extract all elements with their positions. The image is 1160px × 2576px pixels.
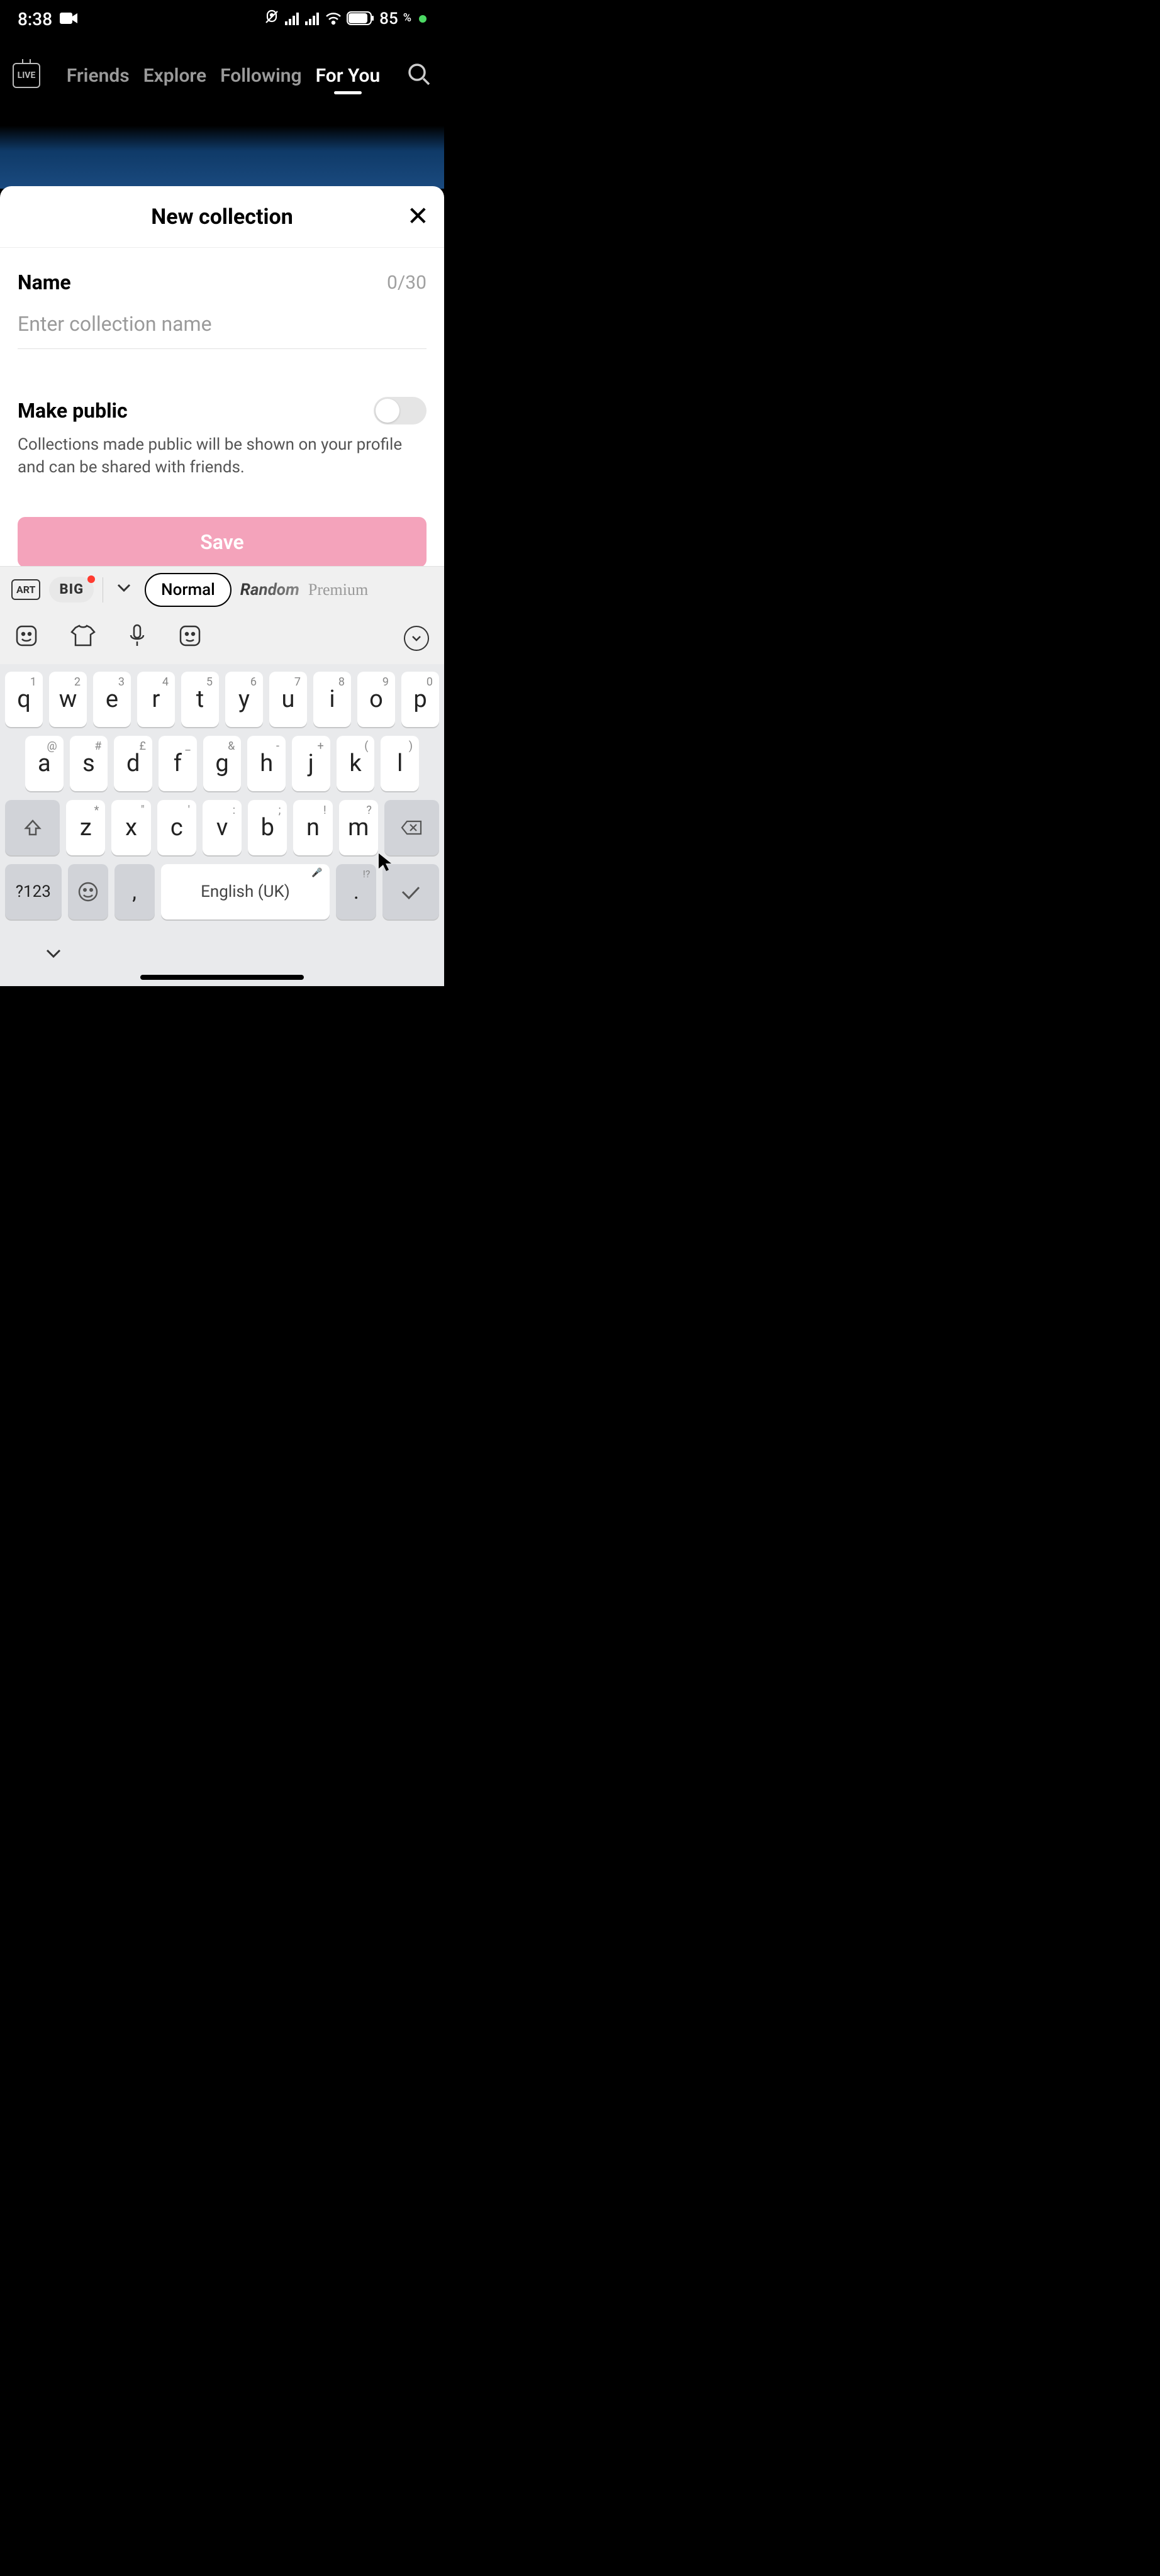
key-space[interactable]: 🎤 English (UK)	[161, 864, 330, 919]
keyboard-row-2: @a #s £d _f &g -h +j (k )l	[5, 736, 439, 791]
sheet-body: Name 0/30 Make public Collections made p…	[0, 248, 444, 580]
key-f[interactable]: _f	[159, 736, 197, 791]
big-chip[interactable]: BIG	[49, 577, 94, 602]
key-a[interactable]: @a	[25, 736, 64, 791]
key-symbols[interactable]: ?123	[5, 864, 62, 919]
status-right: 85%	[264, 9, 427, 30]
keyboard: 1q 2w 3e 4r 5t 6y 7u 8i 9o 0p @a #s £d _…	[0, 664, 444, 986]
key-q[interactable]: 1q	[5, 672, 43, 727]
key-l[interactable]: )l	[381, 736, 419, 791]
style-random[interactable]: Random	[240, 580, 299, 599]
signal-1-icon	[285, 9, 300, 30]
top-nav: LIVE Friends Explore Following For You	[0, 50, 444, 101]
key-j[interactable]: +j	[292, 736, 330, 791]
key-k[interactable]: (k	[337, 736, 375, 791]
key-p[interactable]: 0p	[401, 672, 439, 727]
wifi-icon	[325, 9, 342, 30]
key-shift[interactable]	[5, 800, 60, 855]
big-chip-label: BIG	[59, 582, 84, 597]
style-chevron-down-icon[interactable]	[112, 579, 136, 600]
key-s[interactable]: #s	[70, 736, 108, 791]
new-collection-sheet: New collection ✕ Name 0/30 Make public C…	[0, 186, 444, 986]
sticker-icon[interactable]	[15, 625, 38, 653]
collapse-options-icon[interactable]	[404, 626, 429, 651]
key-period[interactable]: !?.	[336, 864, 376, 919]
key-z[interactable]: *z	[66, 800, 105, 855]
tab-friends[interactable]: Friends	[67, 65, 130, 87]
mic-icon[interactable]	[128, 624, 146, 653]
make-public-description: Collections made public will be shown on…	[18, 433, 427, 479]
key-comma[interactable]: ,	[114, 864, 155, 919]
key-x[interactable]: "x	[111, 800, 150, 855]
tab-following[interactable]: Following	[220, 65, 302, 87]
space-mic-icon: 🎤	[311, 868, 322, 878]
key-m[interactable]: ?m	[339, 800, 378, 855]
key-n[interactable]: !n	[293, 800, 332, 855]
key-backspace[interactable]	[384, 800, 439, 855]
close-icon[interactable]: ✕	[407, 204, 429, 230]
toggle-knob	[376, 399, 399, 423]
tab-explore[interactable]: Explore	[143, 65, 206, 87]
key-h[interactable]: -h	[247, 736, 286, 791]
save-button[interactable]: Save	[18, 517, 427, 567]
keyboard-style-strip: ART BIG Normal Random Premium	[0, 566, 444, 613]
make-public-row: Make public	[18, 397, 427, 425]
camera-icon	[60, 9, 79, 30]
key-o[interactable]: 9o	[357, 672, 395, 727]
video-background	[0, 126, 444, 189]
mute-icon	[264, 9, 280, 30]
key-e[interactable]: 3e	[93, 672, 131, 727]
home-indicator[interactable]	[140, 975, 304, 980]
tab-for-you[interactable]: For You	[316, 65, 381, 87]
key-i[interactable]: 8i	[313, 672, 351, 727]
battery-text: 85	[379, 9, 398, 28]
sheet-title: New collection	[151, 204, 293, 230]
key-enter[interactable]	[382, 864, 439, 919]
make-public-toggle[interactable]	[374, 397, 427, 425]
key-emoji[interactable]	[68, 864, 108, 919]
key-u[interactable]: 7u	[269, 672, 307, 727]
collection-name-input[interactable]	[18, 294, 427, 349]
privacy-indicator-dot	[419, 15, 427, 23]
name-field-header: Name 0/30	[18, 270, 427, 294]
notification-dot	[87, 575, 95, 583]
search-icon[interactable]	[406, 62, 432, 89]
signal-2-icon	[305, 9, 320, 30]
style-premium[interactable]: Premium	[308, 580, 368, 599]
keyboard-collapse-icon[interactable]	[44, 943, 63, 969]
battery-icon	[347, 9, 374, 30]
keyboard-row-1: 1q 2w 3e 4r 5t 6y 7u 8i 9o 0p	[5, 672, 439, 727]
key-d[interactable]: £d	[114, 736, 152, 791]
key-b[interactable]: ;b	[248, 800, 287, 855]
style-normal[interactable]: Normal	[145, 573, 231, 607]
art-chip[interactable]: ART	[11, 579, 40, 600]
status-time: 8:38	[18, 9, 52, 30]
live-icon[interactable]: LIVE	[13, 63, 40, 88]
make-public-label: Make public	[18, 399, 128, 423]
battery-pct: %	[403, 11, 411, 25]
key-v[interactable]: :v	[203, 800, 242, 855]
keyboard-toolbar	[0, 613, 444, 664]
tshirt-icon[interactable]	[70, 625, 96, 653]
key-y[interactable]: 6y	[225, 672, 263, 727]
nav-tabs: Friends Explore Following For You	[40, 65, 406, 87]
emoji-face-icon[interactable]	[179, 625, 201, 653]
name-label: Name	[18, 270, 71, 294]
key-g[interactable]: &g	[203, 736, 242, 791]
sheet-header: New collection ✕	[0, 186, 444, 248]
keyboard-toolbar-left	[15, 624, 201, 653]
key-t[interactable]: 5t	[181, 672, 219, 727]
key-c[interactable]: 'c	[157, 800, 196, 855]
char-count: 0/30	[387, 272, 427, 294]
key-r[interactable]: 4r	[137, 672, 175, 727]
status-left: 8:38	[18, 9, 79, 30]
keyboard-row-3: *z "x 'c :v ;b !n ?m	[5, 800, 439, 855]
keyboard-row-4: ?123 , 🎤 English (UK) !?.	[5, 864, 439, 919]
key-w[interactable]: 2w	[49, 672, 87, 727]
keyboard-bottom-bar	[0, 937, 444, 975]
status-bar: 8:38 85%	[0, 0, 444, 38]
